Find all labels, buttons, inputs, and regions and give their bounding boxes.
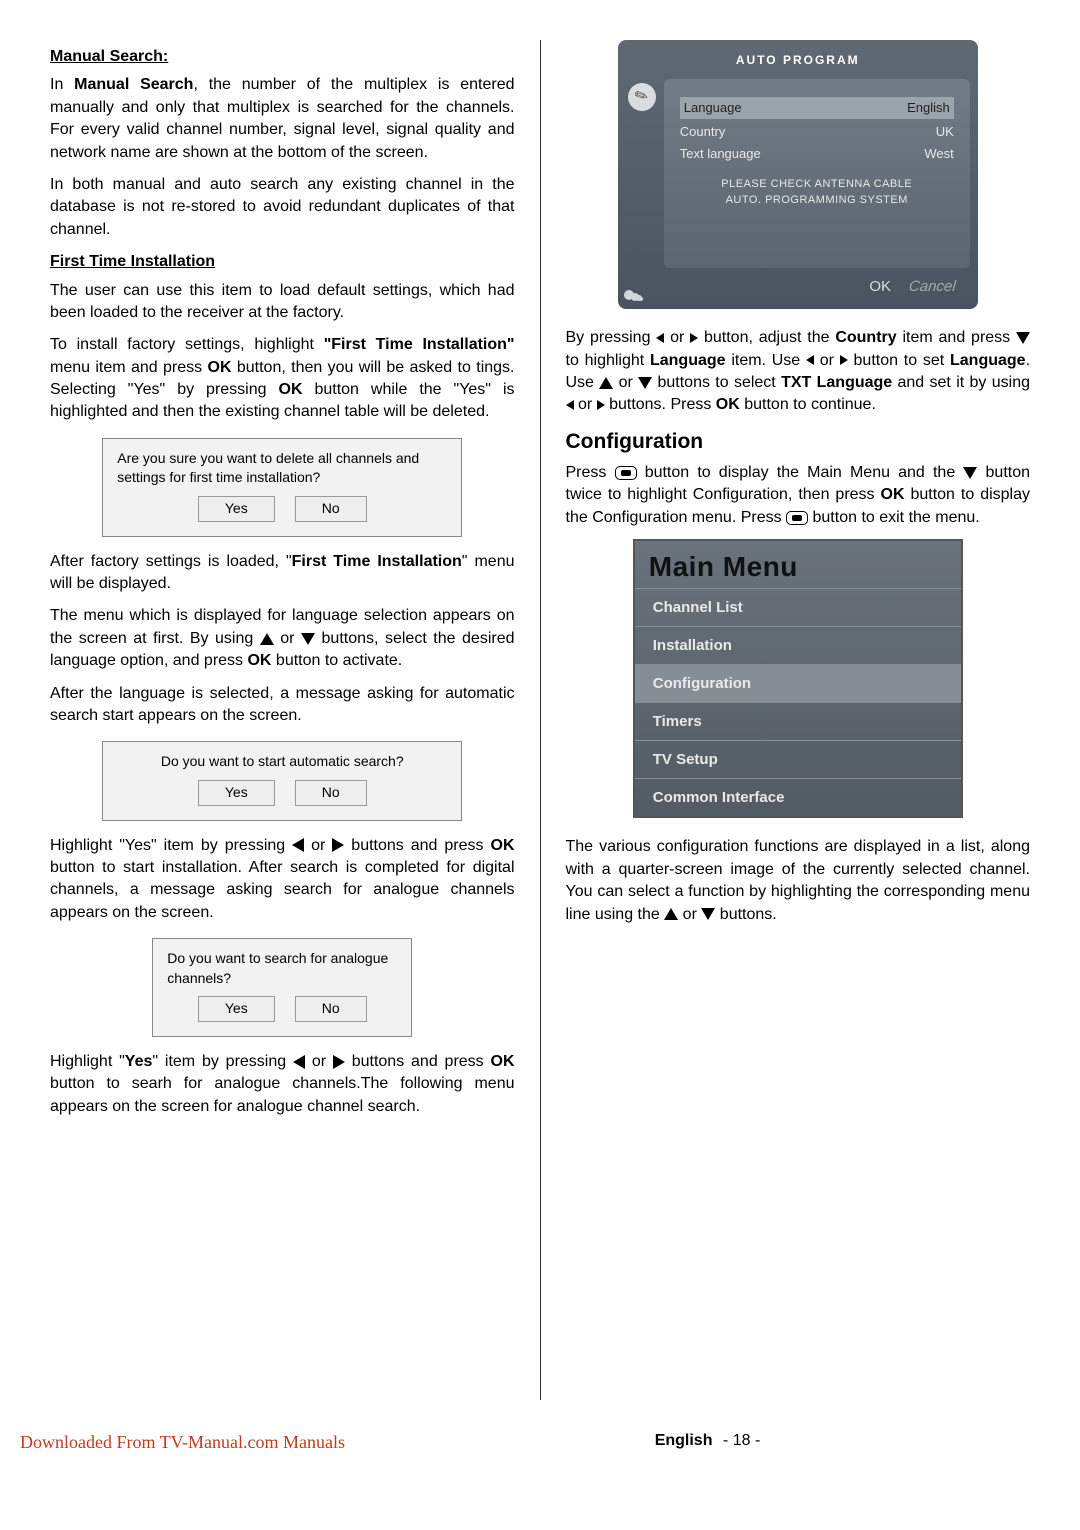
no-button[interactable]: No bbox=[295, 780, 367, 806]
page-columns: Manual Search: In Manual Search, the num… bbox=[50, 40, 1030, 1400]
ok-button[interactable]: OK bbox=[869, 276, 891, 297]
dialog-text: Do you want to start automatic search? bbox=[117, 752, 447, 772]
left-icon bbox=[292, 838, 304, 852]
para-first-1: The user can use this item to load defau… bbox=[50, 280, 515, 325]
dialog-auto-search: Do you want to start automatic search? Y… bbox=[102, 741, 462, 820]
yes-button[interactable]: Yes bbox=[198, 996, 275, 1022]
auto-msg-2: AUTO. PROGRAMMING SYSTEM bbox=[680, 193, 954, 208]
para-config-1: Press button to display the Main Menu an… bbox=[566, 462, 1031, 529]
left-column: Manual Search: In Manual Search, the num… bbox=[50, 40, 541, 1400]
footer-page-number: - 18 - bbox=[723, 1432, 760, 1449]
menu-button-icon bbox=[786, 511, 808, 525]
para-highlight-yes-1: Highlight "Yes" item by pressing or butt… bbox=[50, 835, 515, 925]
main-menu-panel: Main Menu Channel List Installation Conf… bbox=[633, 539, 963, 818]
para-first-2: To install factory settings, highlight "… bbox=[50, 334, 515, 424]
auto-program-panel: AUTO PROGRAM ✎ LanguageEnglish CountryUK… bbox=[618, 40, 978, 309]
down-icon bbox=[701, 908, 715, 920]
heading-configuration: Configuration bbox=[566, 427, 1031, 456]
menu-item-channel-list[interactable]: Channel List bbox=[635, 588, 961, 626]
auto-row-text-language[interactable]: Text languageWest bbox=[680, 145, 954, 163]
right-column: AUTO PROGRAM ✎ LanguageEnglish CountryUK… bbox=[541, 40, 1031, 1400]
menu-button-icon bbox=[615, 466, 637, 480]
dialog-delete-channels: Are you sure you want to delete all chan… bbox=[102, 438, 462, 537]
para-country-adjust: By pressing or button, adjust the Countr… bbox=[566, 327, 1031, 417]
para-after-language: After the language is selected, a messag… bbox=[50, 683, 515, 728]
menu-item-timers[interactable]: Timers bbox=[635, 702, 961, 740]
left-icon bbox=[566, 400, 574, 410]
para-manual: In Manual Search, the number of the mult… bbox=[50, 74, 515, 164]
down-icon bbox=[638, 377, 652, 389]
cancel-button[interactable]: Cancel bbox=[908, 276, 957, 297]
auto-msg-1: PLEASE CHECK ANTENNA CABLE bbox=[680, 177, 954, 192]
up-icon bbox=[599, 377, 613, 389]
para-config-2: The various configuration functions are … bbox=[566, 836, 1031, 926]
heading-manual-search: Manual Search: bbox=[50, 46, 515, 68]
menu-item-common-interface[interactable]: Common Interface bbox=[635, 778, 961, 816]
para-both-search: In both manual and auto search any exist… bbox=[50, 174, 515, 241]
right-icon bbox=[332, 838, 344, 852]
decorative-dots-icon bbox=[624, 290, 640, 301]
para-after-factory: After factory settings is loaded, "First… bbox=[50, 551, 515, 596]
para-highlight-yes-2: Highlight "Yes" item by pressing or butt… bbox=[50, 1051, 515, 1118]
no-button[interactable]: No bbox=[295, 996, 367, 1022]
menu-item-installation[interactable]: Installation bbox=[635, 626, 961, 664]
auto-row-language[interactable]: LanguageEnglish bbox=[680, 97, 954, 119]
right-icon bbox=[333, 1055, 345, 1069]
satellite-icon: ✎ bbox=[623, 78, 660, 115]
page-footer: Downloaded From TV-Manual.com Manuals En… bbox=[50, 1430, 1030, 1452]
down-icon bbox=[301, 633, 315, 645]
yes-button[interactable]: Yes bbox=[198, 780, 275, 806]
right-icon bbox=[840, 355, 848, 365]
auto-program-title: AUTO PROGRAM bbox=[626, 48, 970, 79]
down-icon bbox=[1016, 332, 1030, 344]
right-icon bbox=[597, 400, 605, 410]
dialog-analogue-search: Do you want to search for analogue chann… bbox=[152, 938, 412, 1037]
para-language-select: The menu which is displayed for language… bbox=[50, 605, 515, 672]
dialog-text: Are you sure you want to delete all chan… bbox=[117, 449, 447, 488]
footer-language: English bbox=[655, 1432, 713, 1449]
left-icon bbox=[806, 355, 814, 365]
left-icon bbox=[293, 1055, 305, 1069]
yes-button[interactable]: Yes bbox=[198, 496, 275, 522]
menu-item-tv-setup[interactable]: TV Setup bbox=[635, 740, 961, 778]
right-icon bbox=[690, 333, 698, 343]
download-source-link[interactable]: Downloaded From TV-Manual.com Manuals bbox=[20, 1430, 345, 1455]
auto-row-country[interactable]: CountryUK bbox=[680, 123, 954, 141]
menu-item-configuration[interactable]: Configuration bbox=[635, 664, 961, 702]
no-button[interactable]: No bbox=[295, 496, 367, 522]
dialog-text: Do you want to search for analogue chann… bbox=[167, 949, 397, 988]
up-icon bbox=[260, 633, 274, 645]
main-menu-title: Main Menu bbox=[635, 541, 961, 588]
heading-first-time: First Time Installation bbox=[50, 251, 515, 273]
up-icon bbox=[664, 908, 678, 920]
down-icon bbox=[963, 467, 977, 479]
